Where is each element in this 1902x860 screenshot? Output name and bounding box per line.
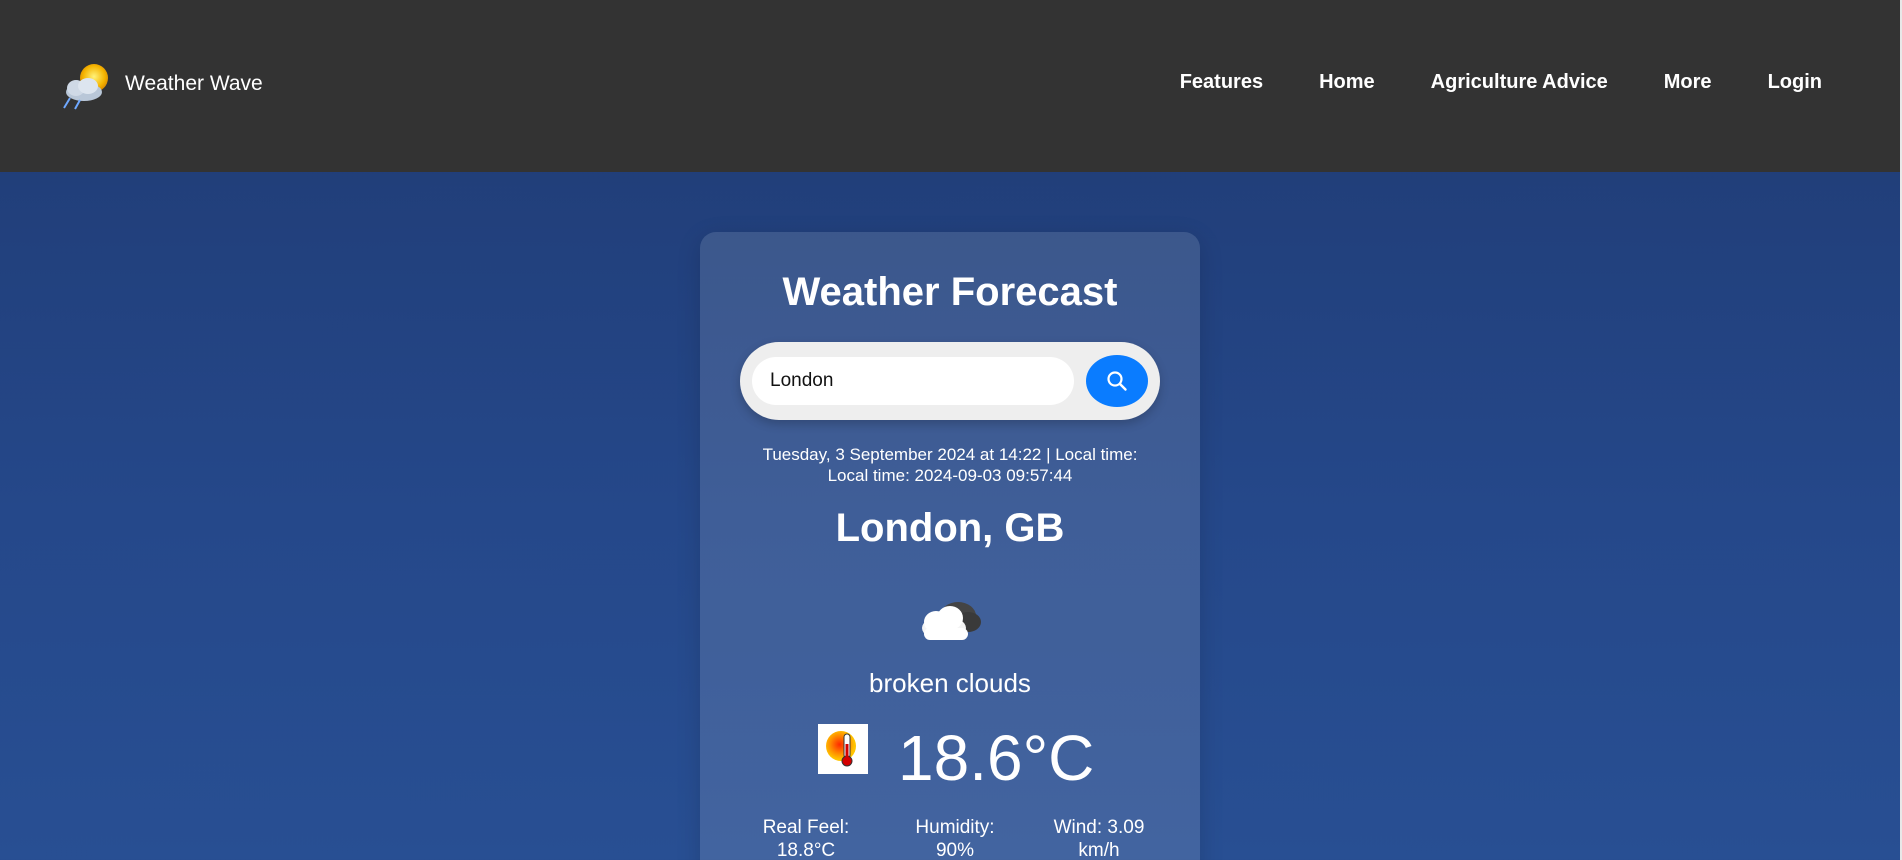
wind-label: Wind: 3.09 [1053, 817, 1145, 838]
nav-item-features[interactable]: Features [1180, 71, 1263, 94]
navbar: Weather Wave Features Home Agriculture A… [0, 0, 1900, 172]
wind-value: km/h [1078, 840, 1120, 860]
real-feel-stat: Real Feel: 18.8°C [741, 816, 871, 860]
temperature-value: 18.6°C [898, 722, 1095, 794]
nav-item-home[interactable]: Home [1319, 71, 1375, 94]
broken-clouds-icon [922, 602, 981, 640]
forecast-card: Weather Forecast Tuesday, 3 September 20… [700, 232, 1200, 860]
date-time-text: Tuesday, 3 September 2024 at 14:22 | Loc… [700, 444, 1200, 486]
nav-item-login[interactable]: Login [1768, 71, 1822, 94]
date-line-2: Local time: 2024-09-03 09:57:44 [827, 466, 1073, 485]
humidity-value: 90% [935, 840, 975, 860]
city-name: London, GB [835, 506, 1065, 550]
brand-name: Weather Wave [125, 72, 263, 95]
wind-stat: Wind: 3.09 km/h [1034, 816, 1164, 860]
date-line-1: Tuesday, 3 September 2024 at 14:22 | Loc… [762, 445, 1138, 464]
nav-item-agriculture-advice[interactable]: Agriculture Advice [1431, 71, 1608, 94]
search-icon [1107, 371, 1127, 391]
real-feel-value: 18.8°C [776, 840, 836, 860]
card-title: Weather Forecast [782, 270, 1118, 314]
nav-menu: Features Home Agriculture Advice More Lo… [1124, 71, 1822, 94]
humidity-stat: Humidity: 90% [890, 816, 1020, 860]
temperature-row: 18.6°C [700, 718, 1200, 798]
search-button[interactable] [1086, 355, 1148, 407]
city-search-input[interactable] [752, 357, 1074, 405]
brand[interactable]: Weather Wave [62, 58, 263, 110]
sun-cloud-icon [63, 64, 108, 110]
search-bar [740, 342, 1160, 420]
humidity-label: Humidity: [915, 817, 995, 838]
nav-item-more[interactable]: More [1664, 71, 1712, 94]
weather-description: broken clouds [869, 668, 1031, 698]
thermometer-icon [818, 724, 868, 774]
real-feel-label: Real Feel: [762, 817, 850, 838]
